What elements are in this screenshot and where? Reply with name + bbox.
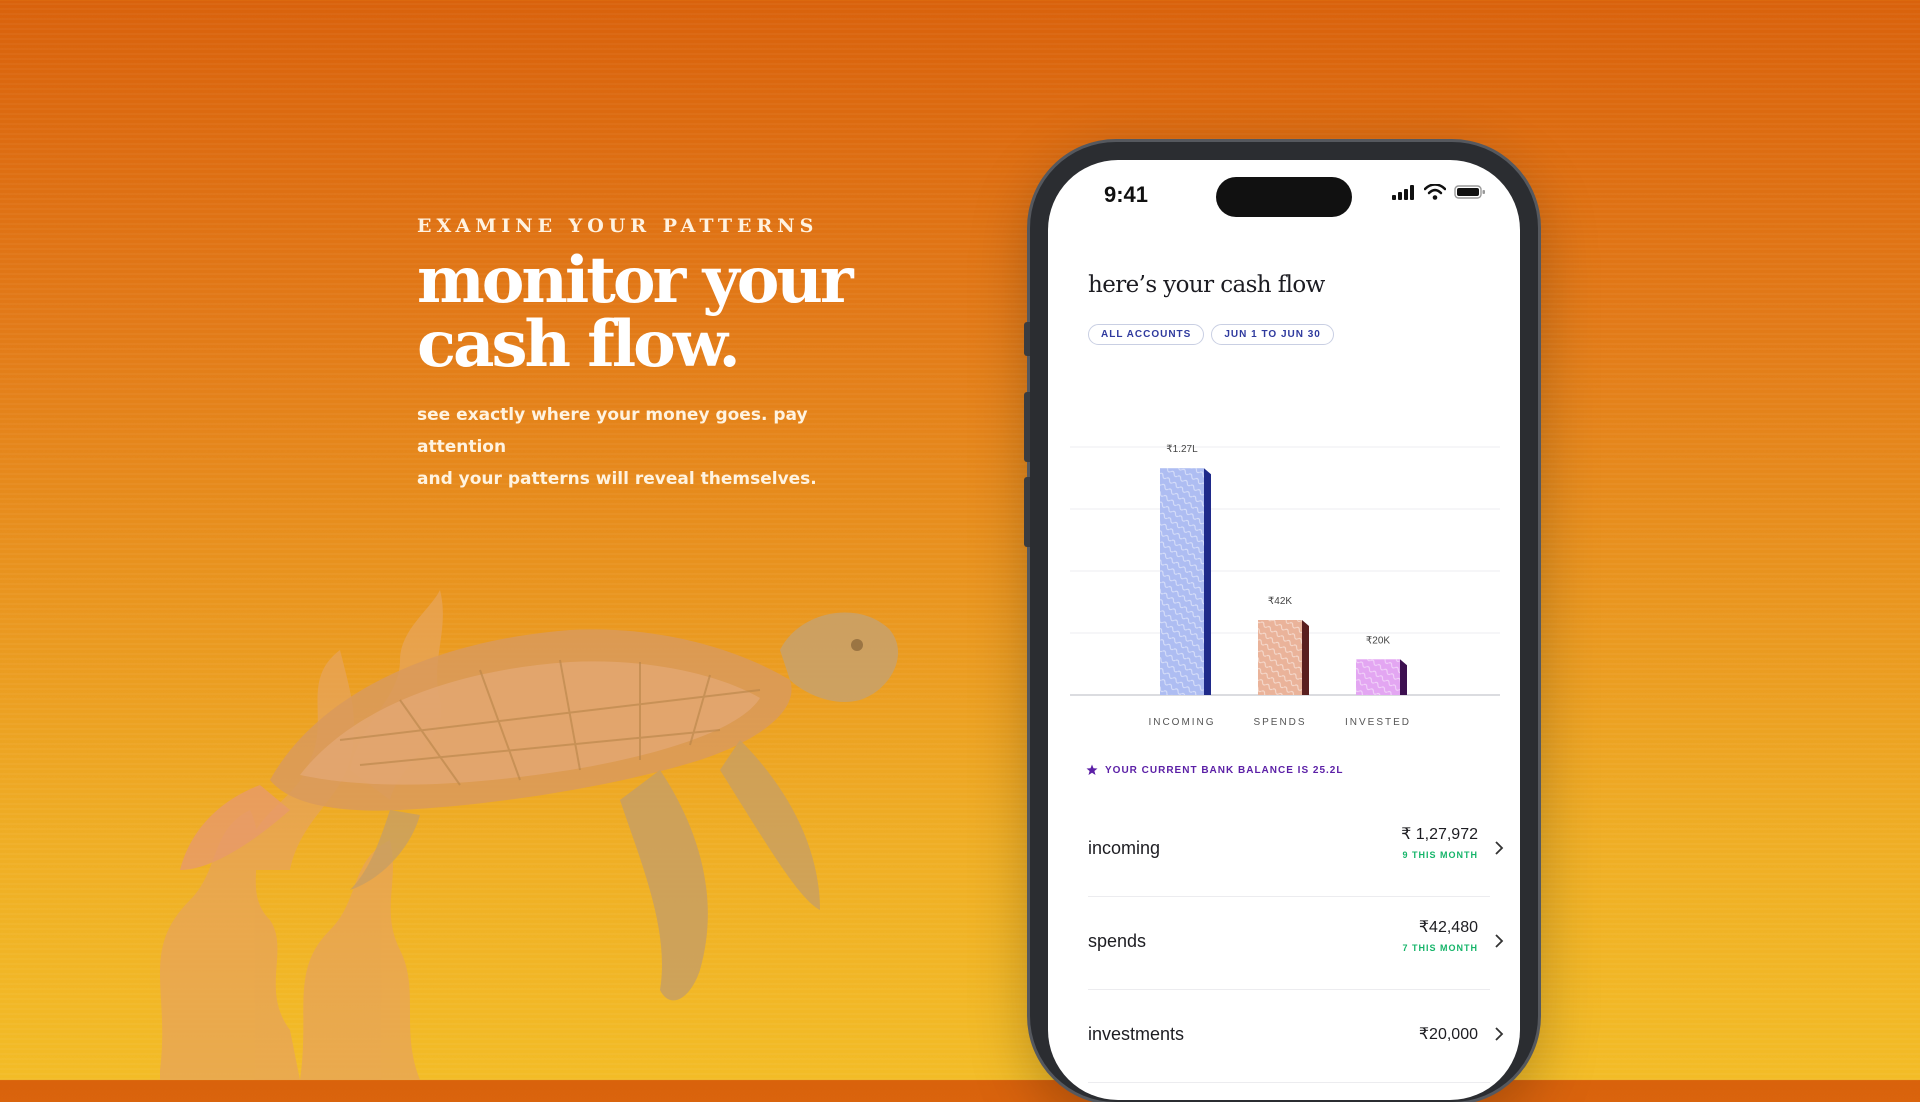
row-spends[interactable]: spends ₹42,480 7 THIS MONTH	[1088, 897, 1504, 990]
subheading-line-1: see exactly where your money goes. pay a…	[417, 405, 808, 457]
bar-data-label: ₹20K	[1366, 635, 1390, 646]
battery-icon	[1454, 185, 1485, 199]
dynamic-island	[1216, 177, 1352, 217]
status-time: 9:41	[1104, 182, 1149, 207]
category-label: SPENDS	[1253, 717, 1306, 728]
turtle-illustration	[160, 590, 899, 1080]
row-amount: ₹ 1,27,972	[1401, 826, 1478, 843]
chip-date-range[interactable]: JUN 1 TO JUN 30	[1211, 324, 1334, 345]
phone-silent-switch	[1024, 322, 1030, 356]
row-count: 9 THIS MONTH	[1402, 850, 1478, 860]
bar-side	[1204, 468, 1211, 695]
status-bar: 9:41	[1048, 160, 1520, 220]
cash-flow-chart: ₹1.27L INCOMING ₹42K SPENDS ₹20K INVESTED	[1070, 444, 1500, 728]
row-incoming[interactable]: incoming ₹ 1,27,972 9 THIS MONTH	[1088, 804, 1504, 897]
star-icon	[1086, 764, 1098, 775]
phone-mockup: 9:41 here’s your cash flow ALL ACCOUNTS …	[1024, 142, 1538, 1102]
bank-balance-text: YOUR CURRENT BANK BALANCE IS 25.2L	[1105, 764, 1344, 776]
row-label: incoming	[1088, 838, 1161, 858]
wifi-icon	[1424, 184, 1446, 200]
bar-side	[1400, 659, 1407, 695]
chevron-right-icon	[1495, 841, 1504, 855]
bank-balance-note: YOUR CURRENT BANK BALANCE IS 25.2L	[1086, 764, 1343, 776]
chip-accounts[interactable]: ALL ACCOUNTS	[1088, 324, 1205, 345]
bar-texture	[1356, 659, 1400, 695]
category-label: INCOMING	[1148, 717, 1215, 728]
signal-icon	[1392, 184, 1414, 200]
headline-line-2: cash flow.	[417, 307, 741, 382]
filter-chips: ALL ACCOUNTS JUN 1 TO JUN 30	[1088, 324, 1334, 345]
subheading-line-2: and your patterns will reveal themselves…	[417, 469, 817, 489]
bar-side	[1302, 620, 1309, 695]
subheading: see exactly where your money goes. pay a…	[417, 399, 867, 495]
row-amount: ₹42,480	[1418, 919, 1478, 936]
hero-section: EXAMINE YOUR PATTERNS monitor your cash …	[417, 215, 937, 495]
eyebrow-text: EXAMINE YOUR PATTERNS	[417, 215, 819, 237]
bar-texture	[1258, 620, 1302, 695]
chevron-right-icon	[1495, 934, 1504, 948]
cash-flow-title: here’s your cash flow	[1088, 272, 1325, 298]
chevron-right-icon	[1495, 1027, 1504, 1041]
row-count: 7 THIS MONTH	[1402, 943, 1478, 953]
category-label: INVESTED	[1345, 717, 1411, 728]
row-investments[interactable]: investments ₹20,000	[1088, 990, 1504, 1083]
bar-data-label: ₹42K	[1268, 596, 1292, 607]
chart-bars	[1160, 468, 1407, 695]
row-amount: ₹20,000	[1418, 1026, 1478, 1043]
phone-screen: 9:41 here’s your cash flow ALL ACCOUNTS …	[1048, 160, 1520, 1100]
status-icons	[1392, 184, 1486, 200]
phone-volume-down	[1024, 477, 1030, 547]
row-label: spends	[1088, 931, 1147, 951]
bar-data-label: ₹1.27L	[1166, 444, 1198, 455]
bar-texture	[1160, 468, 1204, 695]
headline: monitor your cash flow.	[417, 249, 937, 377]
row-label: investments	[1088, 1024, 1185, 1044]
phone-volume-up	[1024, 392, 1030, 462]
cash-flow-list: incoming ₹ 1,27,972 9 THIS MONTH spends …	[1088, 804, 1504, 1083]
